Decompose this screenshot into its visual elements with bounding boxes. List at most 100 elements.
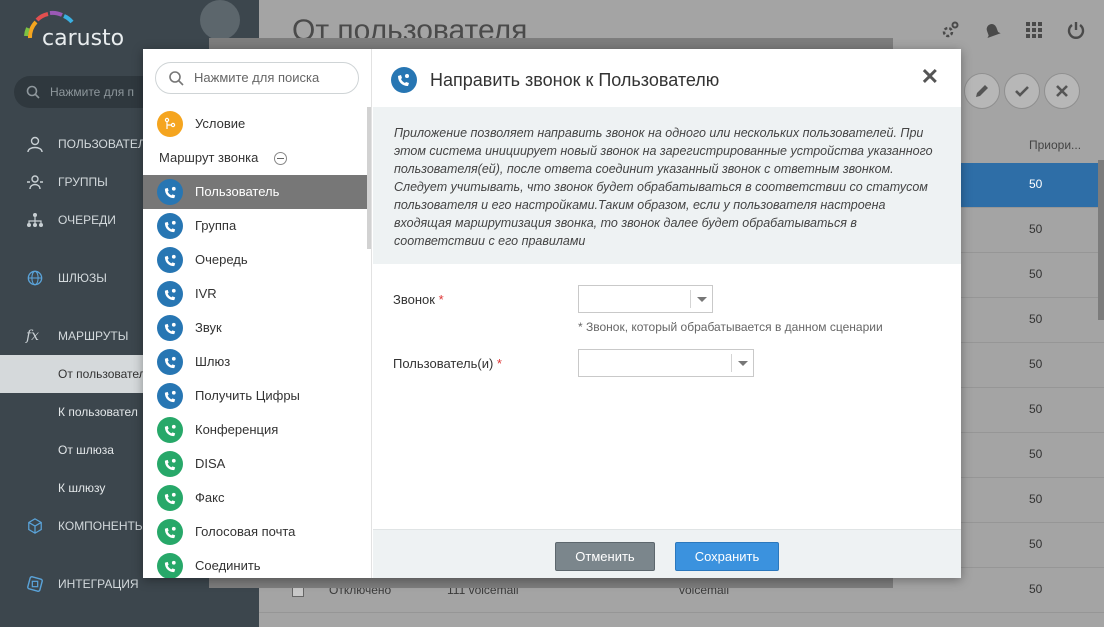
call-select[interactable] (578, 285, 713, 313)
required-mark: * (438, 292, 444, 307)
phone-queue-icon (157, 247, 183, 273)
call-label-text: Звонок (393, 292, 435, 307)
row-priority: 50 (1029, 582, 1043, 596)
list-item-label: Группа (195, 218, 237, 233)
integration-icon (27, 576, 43, 592)
cancel-button[interactable]: Отменить (555, 542, 655, 571)
sidebar-item-label: КОМПОНЕНТЫ (58, 519, 146, 533)
phone-sound-icon (157, 315, 183, 341)
list-item-label: DISA (195, 456, 226, 471)
queue-icon (27, 213, 43, 227)
row-priority: 50 (1029, 267, 1043, 281)
phone-user-icon (157, 179, 183, 205)
top-toolbar (940, 20, 1086, 40)
list-item-action[interactable]: Получить Цифры (143, 379, 367, 413)
search-icon (169, 71, 184, 86)
power-icon[interactable] (1066, 20, 1086, 40)
list-item-action[interactable]: Пользователь (143, 175, 367, 209)
group-icon (27, 175, 43, 190)
row-priority: 50 (1029, 402, 1043, 416)
phone-gateway-icon (157, 349, 183, 375)
search-icon (26, 85, 40, 99)
sidebar-item-label: ГРУППЫ (58, 175, 108, 189)
list-item-label: IVR (195, 286, 217, 301)
list-item-label: Получить Цифры (195, 388, 300, 403)
list-item-action[interactable]: Группа (143, 209, 367, 243)
dialog-title: Направить звонок к Пользователю (430, 70, 720, 90)
row-priority: 50 (1029, 492, 1043, 506)
dialog-description: Приложение позволяет направить звонок на… (373, 107, 961, 264)
scrollbar[interactable] (1098, 160, 1104, 320)
sidebar-subitem-label: К пользовател (58, 405, 138, 419)
action-details-panel: Направить звонок к Пользователю ✕ Прилож… (373, 49, 961, 578)
phone-group-icon (157, 213, 183, 239)
required-mark: * (496, 356, 502, 371)
row-priority: 50 (1029, 177, 1043, 191)
sidebar-item-label: МАРШРУТЫ (58, 329, 129, 343)
collapse-icon[interactable] (274, 152, 287, 165)
list-item-action[interactable]: Конференция (143, 413, 367, 447)
bell-icon[interactable] (982, 20, 1002, 40)
dialog-footer: Отменить Сохранить (373, 529, 961, 578)
sidebar-item-label: ИНТЕГРАЦИЯ (58, 577, 139, 591)
row-priority: 50 (1029, 222, 1043, 236)
row-priority: 50 (1029, 312, 1043, 326)
list-item-label: Звук (195, 320, 222, 335)
sidebar-search-placeholder: Нажмите для п (50, 85, 135, 99)
phone-voicemail-icon (157, 519, 183, 545)
chevron-down-icon (690, 290, 712, 308)
sidebar-item-label: ПОЛЬЗОВАТЕЛ (58, 137, 146, 151)
action-search-input[interactable]: Нажмите для поиска (155, 62, 359, 94)
sidebar-subitem-label: От шлюза (58, 443, 114, 457)
users-field-label: Пользователь(и) * (393, 356, 502, 371)
route-action-dialog: Нажмите для поиска Условие Маршрут звонк… (143, 49, 961, 578)
row-priority: 50 (1029, 537, 1043, 551)
close-icon (1056, 85, 1068, 97)
list-item-condition[interactable]: Условие (143, 107, 367, 141)
phone-fax-icon (157, 485, 183, 511)
check-icon (1015, 86, 1029, 97)
call-field-hint: * Звонок, который обрабатывается в данно… (578, 320, 883, 334)
user-icon (27, 136, 43, 152)
pencil-icon (976, 85, 988, 97)
dialog-header: Направить звонок к Пользователю ✕ (373, 49, 961, 107)
row-priority: 50 (1029, 447, 1043, 461)
apps-grid-icon[interactable] (1024, 20, 1044, 40)
globe-icon (27, 270, 43, 286)
search-placeholder: Нажмите для поиска (194, 70, 320, 85)
list-item-action[interactable]: Голосовая почта (143, 515, 367, 549)
call-field-label: Звонок * (393, 292, 444, 307)
list-item-label: Голосовая почта (195, 524, 296, 539)
delete-button[interactable] (1044, 73, 1080, 109)
users-select[interactable] (578, 349, 754, 377)
list-item-label: Условие (195, 116, 246, 131)
list-item-action[interactable]: Звук (143, 311, 367, 345)
row-priority: 50 (1029, 357, 1043, 371)
cube-icon (28, 518, 42, 534)
column-header-priority[interactable]: Приори... (1029, 138, 1081, 152)
list-item-action[interactable]: Факс (143, 481, 367, 515)
list-item-action[interactable]: IVR (143, 277, 367, 311)
list-scrollbar[interactable] (367, 107, 371, 249)
users-label-text: Пользователь(и) (393, 356, 494, 371)
phone-connect-icon (157, 553, 183, 578)
list-item-action[interactable]: Соединить (143, 549, 367, 578)
close-icon[interactable]: ✕ (921, 66, 939, 88)
confirm-button[interactable] (1004, 73, 1040, 109)
fx-icon: fx (26, 328, 40, 344)
list-item-label: Шлюз (195, 354, 231, 369)
phone-digits-icon (157, 383, 183, 409)
list-item-action[interactable]: Очередь (143, 243, 367, 277)
edit-button[interactable] (964, 73, 1000, 109)
condition-icon (157, 111, 183, 137)
save-button[interactable]: Сохранить (675, 542, 779, 571)
sidebar-subitem-label: К шлюзу (58, 481, 106, 495)
list-item-action[interactable]: DISA (143, 447, 367, 481)
settings-icon[interactable] (940, 20, 960, 40)
list-item-label: Очередь (195, 252, 248, 267)
logo-text: carusto (42, 26, 125, 51)
phone-disa-icon (157, 451, 183, 477)
chevron-down-icon (731, 354, 753, 372)
list-item-label: Соединить (195, 558, 261, 573)
list-item-action[interactable]: Шлюз (143, 345, 367, 379)
